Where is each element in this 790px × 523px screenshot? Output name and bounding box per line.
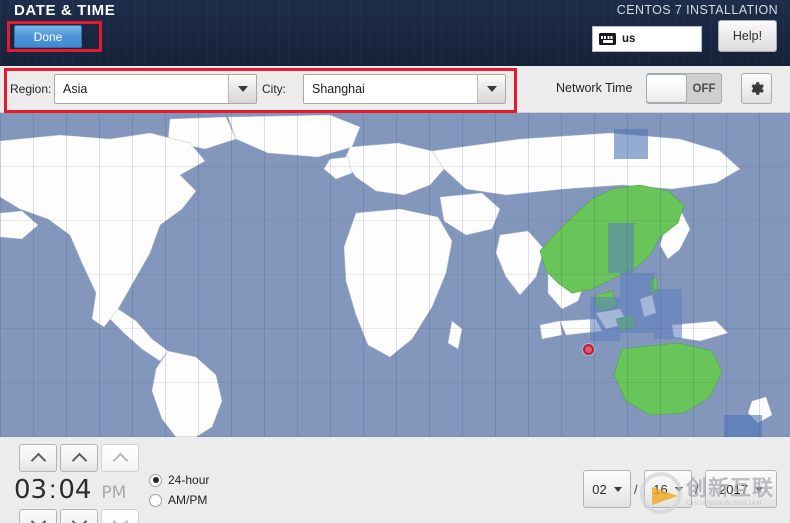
hour-increment-button[interactable] [19,444,57,472]
hour-value[interactable]: 03 [14,475,47,505]
ampm-decrement-button[interactable] [101,509,139,523]
ampm-increment-button[interactable] [101,444,139,472]
day-dropdown[interactable]: 16 [644,470,692,508]
selected-city-marker[interactable] [583,344,594,355]
region-value: Asia [63,82,88,96]
help-button[interactable]: Help! [718,20,777,52]
keyboard-layout-label: us [622,33,636,45]
region-chevron-down-icon [228,75,256,103]
month-value: 02 [592,481,607,497]
world-timezone-map[interactable] [0,113,790,437]
time-display: 03 : 04 PM [14,474,126,505]
done-button[interactable]: Done [14,25,82,48]
network-time-toggle[interactable]: OFF [646,73,722,104]
radio-24hour-icon [149,473,162,487]
radio-ampm-icon [149,493,162,507]
date-separator-1: / [634,482,638,497]
minute-increment-button[interactable] [60,444,98,472]
network-time-settings-button[interactable] [741,73,772,104]
year-value: 2017 [719,481,748,497]
region-label: Region: [10,82,52,96]
region-dropdown[interactable]: Asia [54,74,257,104]
day-chevron-down-icon [674,486,683,492]
minute-decrement-button[interactable] [60,509,98,523]
day-value: 16 [653,481,668,497]
format-option-ampm[interactable]: AM/PM [149,493,207,507]
city-dropdown[interactable]: Shanghai [303,74,506,104]
ampm-value[interactable]: PM [101,483,126,503]
month-dropdown[interactable]: 02 [583,470,631,508]
year-dropdown[interactable]: 2017 [705,470,777,508]
world-map-graphic [0,114,773,437]
format-24hour-label: 24-hour [168,473,210,487]
australia-highlight [613,342,723,416]
product-brand-label: CENTOS 7 INSTALLATION [616,3,778,17]
gear-icon [751,82,764,95]
city-value: Shanghai [312,82,365,96]
month-chevron-down-icon [613,486,622,492]
format-option-24hour[interactable]: 24-hour [149,473,209,487]
time-colon: : [49,474,57,504]
page-title: DATE & TIME [14,2,116,19]
minute-value[interactable]: 04 [58,475,91,505]
network-time-state: OFF [692,82,716,95]
date-separator-2: / [695,482,699,497]
toggle-knob [646,74,687,103]
hour-decrement-button[interactable] [19,509,57,523]
format-ampm-label: AM/PM [168,493,208,507]
date-time-screen: DATE & TIME CENTOS 7 INSTALLATION Done u… [0,0,790,523]
city-label: City: [262,82,286,96]
keyboard-icon [599,33,616,45]
keyboard-layout-indicator[interactable]: us [592,26,702,52]
city-chevron-down-icon [477,75,505,103]
network-time-label: Network Time [556,81,633,95]
year-chevron-down-icon [754,486,763,492]
